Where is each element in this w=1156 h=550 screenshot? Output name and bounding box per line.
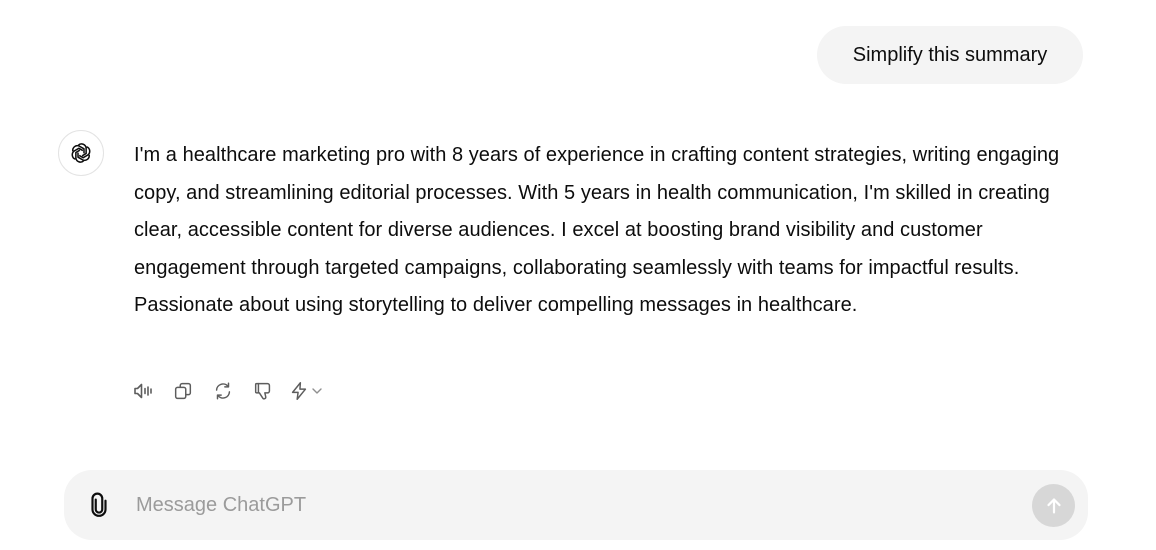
read-aloud-button[interactable] — [128, 376, 158, 406]
bottom-fade — [0, 540, 1156, 550]
openai-logo-icon — [71, 143, 91, 163]
send-button[interactable] — [1032, 484, 1075, 527]
assistant-avatar — [58, 130, 104, 176]
paperclip-icon — [91, 492, 107, 517]
chevron-down-icon — [312, 388, 322, 394]
chat-page: Simplify this summary I'm a healthcare m… — [0, 0, 1156, 550]
switch-model-button[interactable] — [288, 376, 324, 406]
regenerate-icon — [215, 382, 231, 400]
lightning-icon — [291, 382, 307, 400]
attach-button[interactable] — [84, 490, 114, 520]
arrow-up-icon — [1046, 497, 1061, 514]
copy-button[interactable] — [168, 376, 198, 406]
user-message-text: Simplify this summary — [852, 43, 1048, 66]
speaker-icon — [134, 383, 152, 399]
message-actions-bar — [128, 376, 324, 406]
thumbs-down-icon — [254, 382, 271, 400]
message-composer — [64, 470, 1088, 540]
bad-response-button[interactable] — [248, 376, 278, 406]
assistant-message-text: I'm a healthcare marketing pro with 8 ye… — [134, 144, 1060, 316]
regenerate-button[interactable] — [208, 376, 238, 406]
copy-icon — [174, 382, 192, 400]
message-input[interactable] — [136, 488, 1016, 522]
user-message-bubble: Simplify this summary — [817, 26, 1083, 84]
